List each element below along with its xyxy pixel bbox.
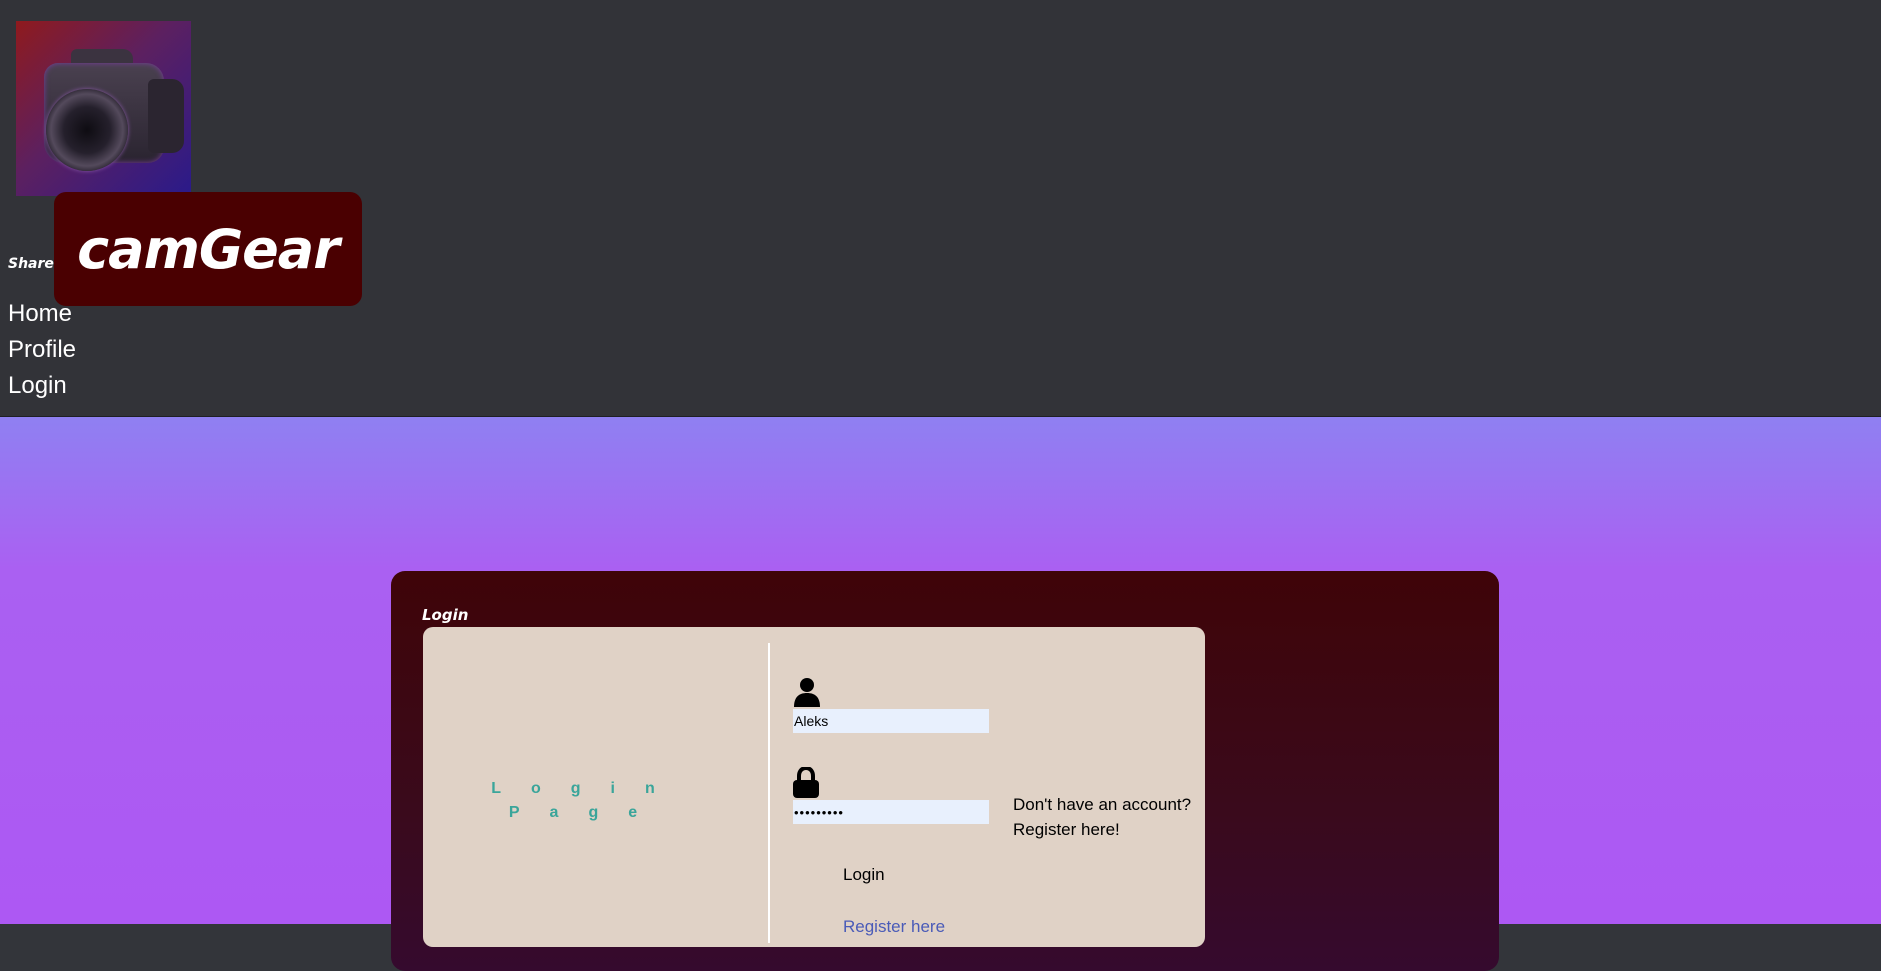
site-header: Share camGear Home Profile Login [0,0,1881,417]
login-page-heading-line1: Login [491,780,685,797]
card-divider [768,643,770,943]
username-field[interactable] [793,709,989,733]
login-panel: Login Login Page Login Register here Don… [391,571,1499,971]
login-button[interactable]: Login [843,865,885,885]
brand-badge: camGear [54,192,362,306]
nav-link-login[interactable]: Login [8,368,76,404]
share-label: Share [8,256,54,272]
nav-link-home[interactable]: Home [8,296,76,332]
camera-logo-icon[interactable] [16,21,191,196]
register-prompt[interactable]: Don't have an account? Register here! [1013,792,1193,842]
password-field[interactable] [793,800,989,824]
panel-title: Login [422,606,469,624]
brand-name: camGear [77,217,340,281]
login-card: Login Page Login Register here Don't hav… [423,627,1205,947]
nav-link-profile[interactable]: Profile [8,332,76,368]
user-icon [794,678,820,707]
register-link[interactable]: Register here [843,917,945,937]
main-nav: Home Profile Login [8,296,76,404]
main-content: Login Login Page Login Register here Don… [0,417,1881,971]
login-page-heading-line2: Page [508,804,668,821]
login-page-heading: Login Page [443,777,733,825]
lock-icon [793,767,819,798]
